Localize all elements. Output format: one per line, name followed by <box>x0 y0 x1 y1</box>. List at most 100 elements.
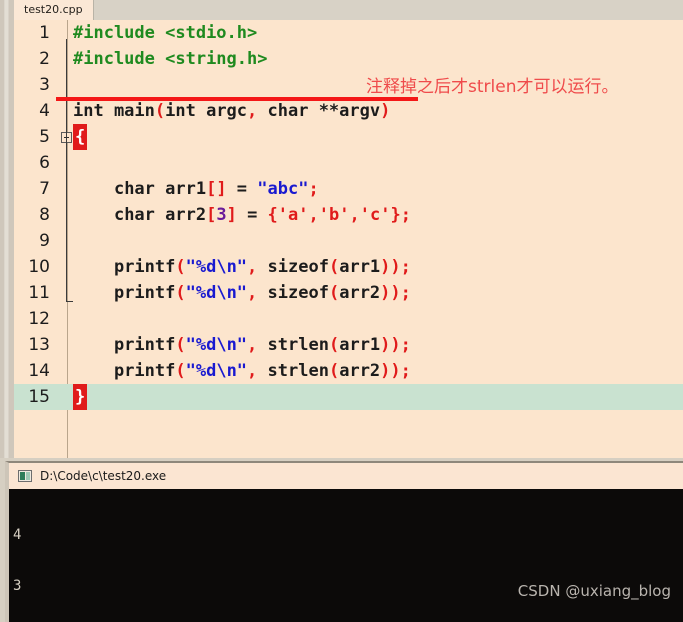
token-bracket-open: [ <box>206 205 217 225</box>
line-number: 10 <box>28 257 50 277</box>
token-arg-arr1: arr1 <box>339 257 381 277</box>
line-content: char arr2[3] = {'a','b','c'}; <box>73 202 411 228</box>
line-number: 5 <box>39 127 50 147</box>
token-semicolon: ; <box>400 205 411 225</box>
console-title-text: D:\Code\c\test20.exe <box>40 469 167 483</box>
token-strlen: strlen <box>267 361 329 381</box>
code-line: 10 printf("%d\n", sizeof(arr1)); <box>14 254 683 280</box>
code-line: 14 printf("%d\n", strlen(arr2)); <box>14 358 683 384</box>
token-char-b: 'b' <box>318 205 350 225</box>
token-string-abc: "abc" <box>257 179 309 199</box>
token-format-string: "%d\n" <box>185 361 248 381</box>
line-number: 9 <box>39 231 50 251</box>
token-brace-close: } <box>73 384 88 410</box>
token-format-string: "%d\n" <box>185 283 248 303</box>
token-arg-arr1: arr1 <box>339 335 381 355</box>
code-line: 1 #include <stdio.h> <box>14 20 683 46</box>
token-paren-open: ( <box>328 335 340 355</box>
token-include-keyword: #include <box>73 49 166 69</box>
token-comma: , <box>247 361 258 381</box>
token-char-c: 'c' <box>359 205 391 225</box>
code-line: 13 printf("%d\n", strlen(arr1)); <box>14 332 683 358</box>
console-window[interactable]: D:\Code\c\test20.exe 4 3 3 3 -----------… <box>5 461 683 622</box>
token-arg-arr2: arr2 <box>339 283 381 303</box>
console-app-icon <box>18 470 32 482</box>
line-content: } <box>73 384 88 410</box>
line-number: 3 <box>39 75 50 95</box>
fold-region-stem <box>66 39 67 301</box>
token-semicolon: ; <box>400 335 411 355</box>
line-number: 2 <box>39 49 50 69</box>
annotation-text: 注释掉之后才strlen才可以运行。 <box>366 77 619 97</box>
token-include-keyword: #include <box>73 23 166 43</box>
code-line: 5 { <box>14 124 683 150</box>
token-paren-open: ( <box>175 361 186 381</box>
code-line: 7 char arr1[] = "abc"; <box>14 176 683 202</box>
annotation-underline <box>56 97 418 101</box>
line-content: int main(int argc, char **argv) <box>73 98 390 124</box>
token-format-string: "%d\n" <box>185 335 248 355</box>
code-line: 6 <box>14 150 683 176</box>
token-paren-close: ) <box>380 101 391 121</box>
code-line: 11 printf("%d\n", sizeof(arr2)); <box>14 280 683 306</box>
line-number: 14 <box>28 361 50 381</box>
token-paren-close: )) <box>380 361 401 381</box>
token-semicolon: ; <box>400 257 411 277</box>
token-paren-open: ( <box>175 257 186 277</box>
token-paren-close: )) <box>380 257 401 277</box>
token-comma: , <box>247 101 258 121</box>
token-char-a: 'a' <box>277 205 309 225</box>
token-char-arr1: char arr1 <box>113 179 207 199</box>
line-number: 6 <box>39 153 50 173</box>
screen: test20.cpp 1 #include <stdio.h> 2 #inclu… <box>0 0 683 622</box>
token-semicolon: ; <box>400 283 411 303</box>
token-param-argc: int argc <box>165 101 248 121</box>
token-include-header: <string.h> <box>165 49 268 69</box>
token-sizeof: sizeof <box>267 257 329 277</box>
token-paren-open: ( <box>328 361 340 381</box>
ide-left-rail <box>0 0 14 458</box>
line-number: 15 <box>28 387 50 407</box>
line-content: printf("%d\n", sizeof(arr1)); <box>73 254 411 280</box>
line-number: 8 <box>39 205 50 225</box>
token-printf: printf <box>113 361 176 381</box>
token-paren-open: ( <box>175 283 186 303</box>
token-printf: printf <box>113 335 176 355</box>
token-param-argv: char **argv <box>257 101 381 121</box>
tab-label: test20.cpp <box>24 3 83 16</box>
code-editor[interactable]: 1 #include <stdio.h> 2 #include <string.… <box>14 20 683 458</box>
token-paren-close: )) <box>380 283 401 303</box>
fold-region-elbow <box>66 301 73 302</box>
token-brackets: [] <box>206 179 227 199</box>
token-printf: printf <box>113 283 176 303</box>
code-line: 9 <box>14 228 683 254</box>
token-main-decl: int main <box>73 101 155 121</box>
token-semicolon: ; <box>400 361 411 381</box>
line-content: printf("%d\n", strlen(arr1)); <box>73 332 411 358</box>
tab-test20-cpp[interactable]: test20.cpp <box>14 0 94 20</box>
editor-tabstrip: test20.cpp <box>14 0 683 20</box>
line-content: printf("%d\n", sizeof(arr2)); <box>73 280 411 306</box>
token-paren-close: )) <box>380 335 401 355</box>
token-comma: , <box>349 205 360 225</box>
token-semicolon: ; <box>308 179 319 199</box>
token-assign: = <box>226 179 258 199</box>
watermark: CSDN @uxiang_blog <box>517 582 671 600</box>
token-sizeof: sizeof <box>267 283 329 303</box>
token-strlen: strlen <box>267 335 329 355</box>
token-comma: , <box>247 283 258 303</box>
console-output: 4 3 3 3 --------------------------------… <box>9 489 683 622</box>
token-comma: , <box>247 335 258 355</box>
line-content: printf("%d\n", strlen(arr2)); <box>73 358 411 384</box>
line-content: #include <stdio.h> <box>73 20 257 46</box>
line-content: #include <string.h> <box>73 46 267 72</box>
token-comma: , <box>247 257 258 277</box>
code-line: 4 int main(int argc, char **argv) <box>14 98 683 124</box>
code-line: 8 char arr2[3] = {'a','b','c'}; <box>14 202 683 228</box>
code-line-current: 15 } <box>14 384 683 410</box>
token-comma: , <box>308 205 319 225</box>
token-assign: = <box>236 205 268 225</box>
console-line: 4 <box>13 527 22 543</box>
